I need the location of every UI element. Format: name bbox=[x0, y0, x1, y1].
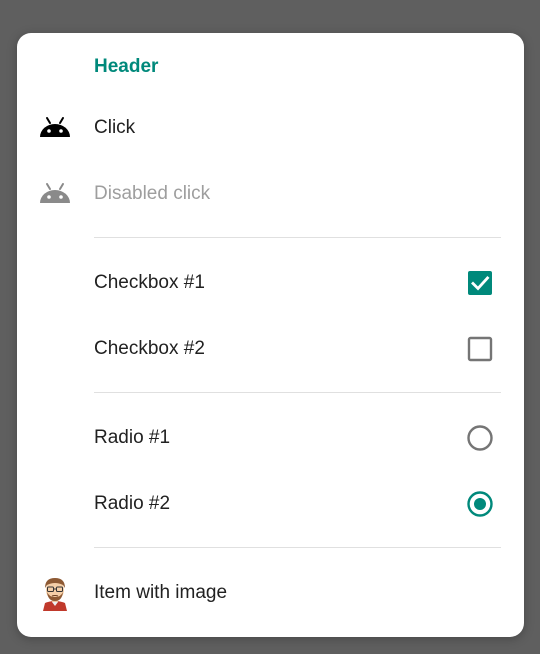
radio-label: Radio #2 bbox=[94, 493, 171, 514]
menu-item-checkbox-2[interactable]: Checkbox #2 bbox=[17, 316, 524, 382]
menu-item-disabled-click: Disabled click bbox=[17, 161, 524, 227]
menu-item-label: Disabled click bbox=[94, 183, 211, 204]
checkbox-checked[interactable] bbox=[466, 269, 494, 297]
divider bbox=[94, 547, 501, 548]
menu-item-checkbox-1[interactable]: Checkbox #1 bbox=[17, 250, 524, 316]
menu-item-radio-1[interactable]: Radio #1 bbox=[17, 405, 524, 471]
menu-item-with-image[interactable]: Item with image bbox=[17, 560, 524, 626]
menu-header: Header bbox=[94, 56, 159, 77]
menu-item-radio-2[interactable]: Radio #2 bbox=[17, 471, 524, 537]
menu-item-label: Item with image bbox=[94, 582, 228, 603]
radio-unselected[interactable] bbox=[466, 424, 494, 452]
checkbox-unchecked[interactable] bbox=[466, 335, 494, 363]
divider bbox=[94, 392, 501, 393]
checkbox-label: Checkbox #2 bbox=[94, 338, 205, 359]
avatar-image bbox=[39, 577, 71, 611]
popup-menu: Header Click Disabled click Checkbox #1 … bbox=[17, 33, 524, 637]
radio-selected[interactable] bbox=[466, 490, 494, 518]
menu-item-click[interactable]: Click bbox=[17, 95, 524, 161]
menu-item-label: Click bbox=[94, 117, 136, 138]
android-icon bbox=[39, 178, 71, 210]
divider bbox=[94, 237, 501, 238]
android-icon bbox=[39, 112, 71, 144]
radio-label: Radio #1 bbox=[94, 427, 171, 448]
checkbox-label: Checkbox #1 bbox=[94, 272, 205, 293]
